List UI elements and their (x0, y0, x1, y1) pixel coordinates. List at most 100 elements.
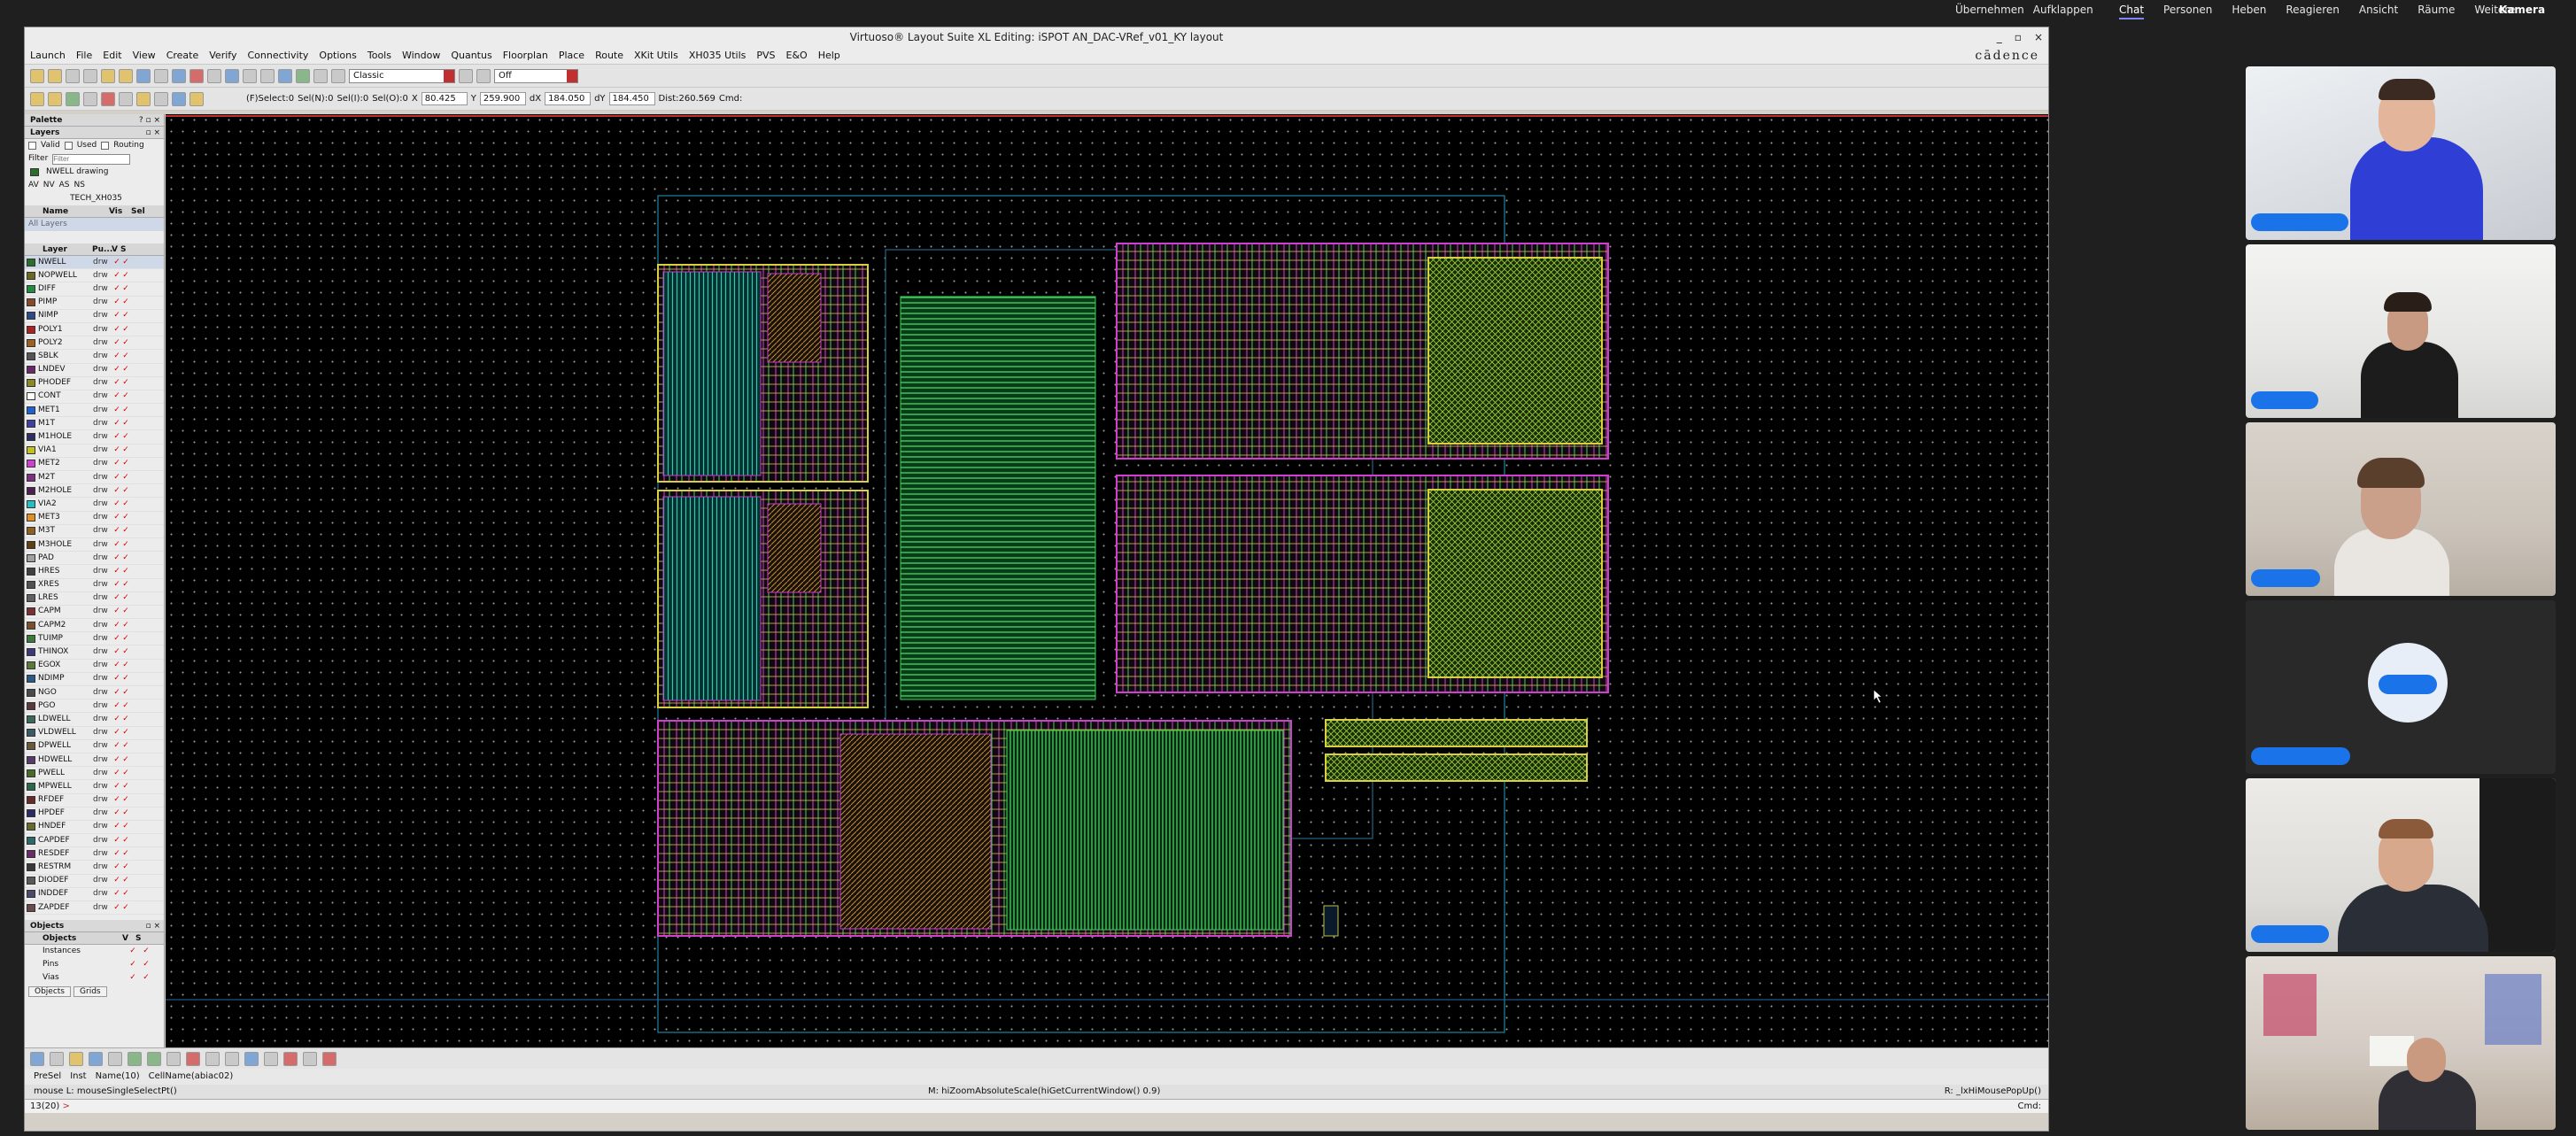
check-icon[interactable]: ✓ (112, 538, 121, 552)
check-icon[interactable]: ✓ (112, 605, 121, 618)
check-icon[interactable]: ✓ (112, 726, 121, 739)
layer-row[interactable]: THINOX drw ✓ ✓ (25, 645, 164, 660)
tab-raise[interactable]: Heben (2232, 4, 2266, 19)
waveform-icon[interactable] (322, 1051, 337, 1066)
check-icon[interactable]: ✓ (112, 552, 121, 565)
check-icon[interactable]: ✓ (121, 524, 130, 537)
check-icon[interactable]: ✓ (121, 484, 130, 498)
check-icon[interactable]: ✓ (121, 659, 130, 672)
check-icon[interactable]: ✓ (121, 282, 130, 296)
check-icon[interactable]: ✓ (112, 874, 121, 887)
tab-chat[interactable]: Chat (2119, 4, 2145, 19)
new-icon[interactable] (30, 68, 44, 83)
check-icon[interactable]: ✓ (121, 457, 130, 470)
menu-options[interactable]: Options (319, 50, 356, 61)
menu-view[interactable]: View (133, 50, 156, 61)
layer-row[interactable]: XRES drw ✓ ✓ (25, 579, 164, 592)
layer-row[interactable]: MPWELL drw ✓ ✓ (25, 780, 164, 794)
participant-tile-4[interactable] (2246, 600, 2556, 774)
layer-row[interactable]: HNDEF drw ✓ ✓ (25, 820, 164, 835)
layer-row[interactable]: LNDEV drw ✓ ✓ (25, 364, 164, 377)
check-icon[interactable]: ✓ (121, 430, 130, 444)
menu-place[interactable]: Place (559, 50, 584, 61)
check-icon[interactable]: ✓ (112, 645, 121, 659)
check-icon[interactable]: ✓ (112, 524, 121, 537)
menu-eo[interactable]: E&O (786, 50, 808, 61)
check-icon[interactable]: ✓ (112, 565, 121, 578)
menu-connectivity[interactable]: Connectivity (247, 50, 308, 61)
create-via-icon[interactable] (101, 91, 115, 106)
participant-video-5[interactable] (2246, 778, 2556, 952)
check-icon[interactable]: ✓ (121, 699, 130, 713)
zoom-fit-icon[interactable] (225, 68, 239, 83)
check-icon[interactable]: ✓ (121, 726, 130, 739)
layer-row[interactable]: POLY1 drw ✓ ✓ (25, 323, 164, 337)
merge-icon[interactable] (205, 1051, 220, 1066)
check-icon[interactable]: ✓ (112, 632, 121, 645)
layer-tool-icon[interactable] (30, 1051, 44, 1066)
check-icon[interactable]: ✓ (112, 323, 121, 336)
layer-row[interactable]: CAPM2 drw ✓ ✓ (25, 619, 164, 633)
reshape-icon[interactable] (264, 1051, 278, 1066)
check-icon[interactable]: ✓ (121, 376, 130, 390)
tab-react[interactable]: Reagieren (2286, 4, 2340, 19)
create-path-icon[interactable] (66, 91, 80, 106)
maximize-icon[interactable]: ▫ (2015, 27, 2022, 47)
tab-rooms[interactable]: Räume (2417, 4, 2455, 19)
expand-button[interactable]: Aufklappen (2033, 4, 2093, 16)
check-icon[interactable]: ✓ (121, 323, 130, 336)
check-icon[interactable]: ✓ (112, 847, 121, 861)
menu-window[interactable]: Window (402, 50, 440, 61)
layer-row[interactable]: LDWELL drw ✓ ✓ (25, 713, 164, 727)
ruler-icon[interactable] (313, 68, 328, 83)
wire-icon[interactable] (172, 91, 186, 106)
prompt-text[interactable]: > (62, 1101, 69, 1111)
annotate-icon[interactable] (303, 1051, 317, 1066)
select-mode-icon[interactable] (30, 91, 44, 106)
all-visible-select[interactable]: AV (28, 179, 39, 192)
layer-row[interactable]: M3T drw ✓ ✓ (25, 525, 164, 538)
layer-row[interactable]: DIFF drw ✓ ✓ (25, 282, 164, 297)
layer-row[interactable]: NIMP drw ✓ ✓ (25, 310, 164, 323)
check-icon[interactable]: ✓ (112, 807, 121, 820)
check-icon[interactable]: ✓ (121, 820, 130, 833)
check-icon[interactable]: ✓ (112, 793, 121, 807)
menu-xh035-utils[interactable]: XH035 Utils (689, 50, 746, 61)
layer-row[interactable]: RFDEF drw ✓ ✓ (25, 794, 164, 808)
check-icon[interactable]: ✓ (112, 417, 121, 430)
check-icon[interactable]: ✓ (112, 672, 121, 685)
check-icon[interactable]: ✓ (121, 767, 130, 780)
layer-row[interactable]: HPDEF drw ✓ ✓ (25, 808, 164, 821)
check-icon[interactable]: ✓ (121, 390, 130, 403)
check-icon[interactable]: ✓ (121, 645, 130, 659)
menu-tools[interactable]: Tools (367, 50, 391, 61)
flip-icon[interactable] (147, 1051, 161, 1066)
check-icon[interactable]: ✓ (121, 713, 130, 726)
check-icon[interactable]: ✓ (112, 887, 121, 900)
layer-row[interactable]: M2T drw ✓ ✓ (25, 471, 164, 485)
layer-row[interactable]: LRES drw ✓ ✓ (25, 592, 164, 606)
snap-icon[interactable] (459, 68, 473, 83)
filter-input[interactable] (52, 153, 131, 165)
menu-help[interactable]: Help (818, 50, 840, 61)
create-polygon-icon[interactable] (83, 91, 97, 106)
undo-icon[interactable] (101, 68, 115, 83)
tab-people[interactable]: Personen (2163, 4, 2212, 19)
delete-icon[interactable] (190, 68, 204, 83)
check-icon[interactable]: ✓ (112, 350, 121, 363)
check-icon[interactable]: ✓ (112, 430, 121, 444)
menu-floorplan[interactable]: Floorplan (503, 50, 548, 61)
check-icon[interactable]: ✓ (121, 686, 130, 699)
layer-row[interactable]: NWELL drw ✓ ✓ (25, 256, 164, 270)
check-icon[interactable]: ✓ (121, 498, 130, 511)
check-icon[interactable]: ✓ (142, 945, 151, 958)
check-icon[interactable]: ✓ (121, 847, 130, 861)
layer-row[interactable]: M3HOLE drw ✓ ✓ (25, 538, 164, 553)
save-icon[interactable] (66, 68, 80, 83)
check-icon[interactable]: ✓ (112, 686, 121, 699)
create-pin-icon[interactable] (154, 91, 168, 106)
menu-file[interactable]: File (76, 50, 92, 61)
print-icon[interactable] (83, 68, 97, 83)
layer-row[interactable]: M1T drw ✓ ✓ (25, 417, 164, 431)
used-checkbox[interactable] (64, 142, 73, 150)
